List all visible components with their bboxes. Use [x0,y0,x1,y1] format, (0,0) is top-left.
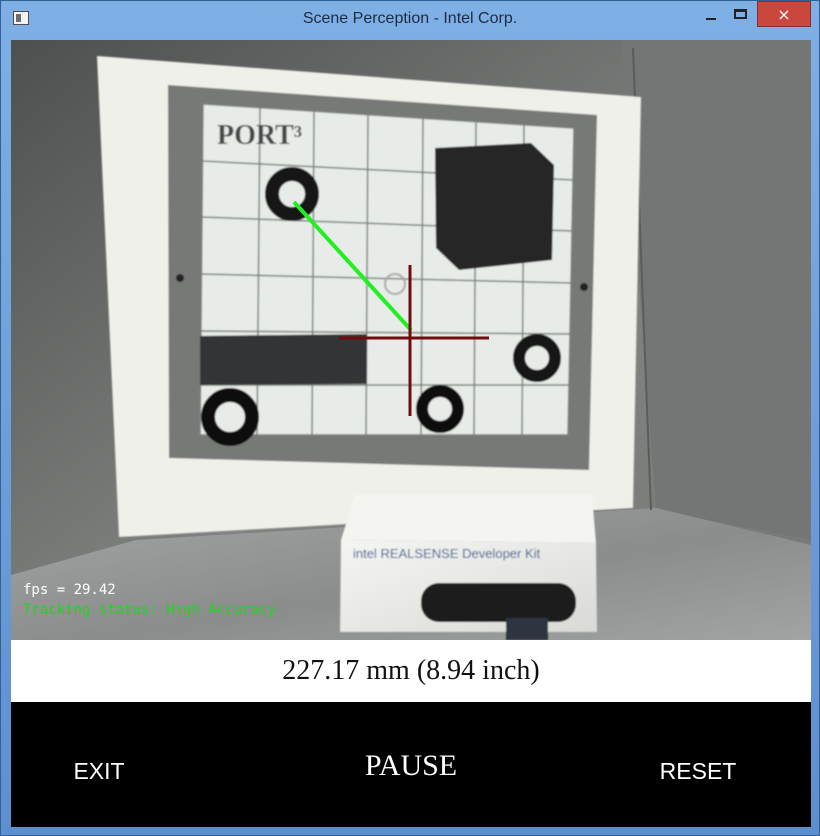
camera-scene: PORT³ intel REALSENSE Developer Kit [11,40,811,640]
target-poster: PORT³ [97,56,641,537]
camera-product-stand [506,618,548,640]
product-box-label: intel REALSENSE Developer Kit [353,546,541,561]
camera-view[interactable]: PORT³ intel REALSENSE Developer Kit fps … [11,40,811,640]
tracking-status: Tracking status: High Accuracy [23,602,276,618]
minimize-button[interactable] [695,1,727,27]
title-bar[interactable]: Scene Perception - Intel Corp. × [1,1,819,39]
measurement-value: 227.17 mm (8.94 inch) [282,655,540,686]
exit-button[interactable]: EXIT [63,754,135,788]
poster-dark-square [435,143,554,270]
maximize-button[interactable] [727,1,753,27]
application-client-area: PORT³ intel REALSENSE Developer Kit fps … [11,40,811,827]
fps-readout: fps = 29.42 [23,582,116,598]
poster-dark-bar [200,334,367,385]
scene-perception-window: Scene Perception - Intel Corp. × PORT³ i… [0,0,820,836]
product-box-top [341,495,596,543]
poster-left-dot [176,274,184,282]
control-bar: EXIT PAUSE RESET [11,702,811,827]
camera-product-body [421,583,576,622]
reset-button[interactable]: RESET [653,754,743,788]
product-box: intel REALSENSE Developer Kit [340,495,597,640]
pause-button[interactable]: PAUSE [356,749,466,783]
measurement-display: 227.17 mm (8.94 inch) [11,640,811,702]
poster-logo-text: PORT³ [217,120,302,151]
poster-right-dot [580,283,588,291]
minimize-icon [706,18,716,20]
close-icon: × [777,4,791,24]
maximize-icon [733,9,747,19]
close-button[interactable]: × [757,1,811,27]
